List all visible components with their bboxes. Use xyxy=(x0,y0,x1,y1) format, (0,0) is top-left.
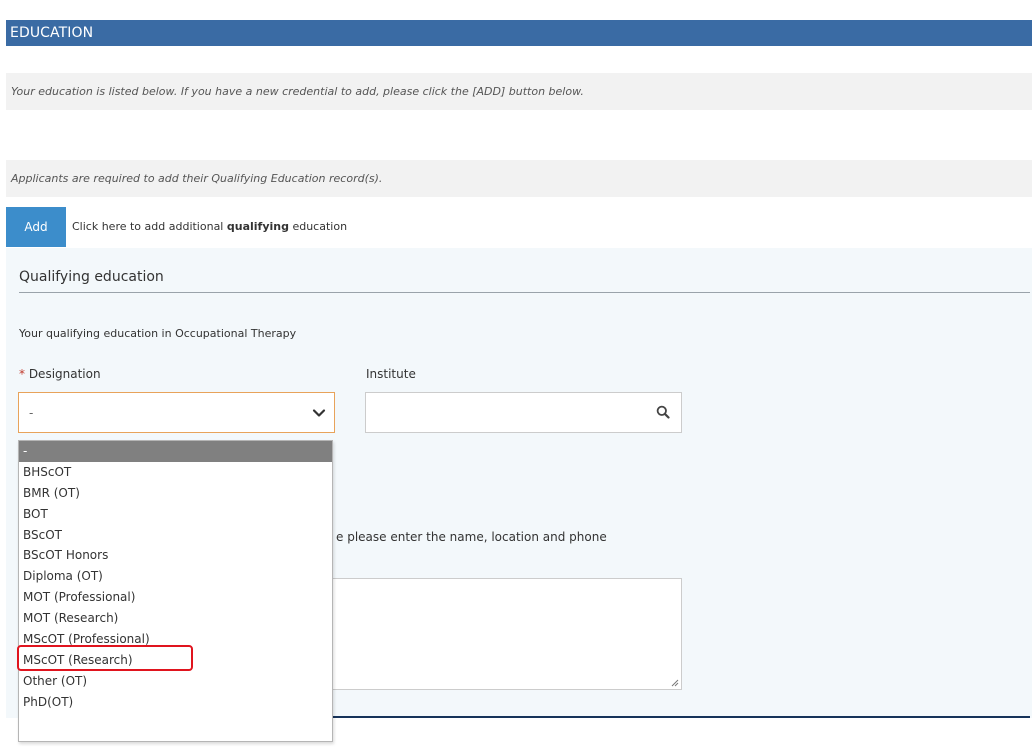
panel-divider xyxy=(19,292,1030,293)
institute-label: Institute xyxy=(366,367,416,381)
designation-label: * Designation xyxy=(19,367,101,381)
panel-subtitle: Your qualifying education in Occupationa… xyxy=(19,327,297,340)
designation-option-mot-professional[interactable]: MOT (Professional) xyxy=(19,587,332,608)
designation-option-blank[interactable]: - xyxy=(19,441,332,462)
section-footer-divider xyxy=(333,716,1030,718)
designation-option-other-ot[interactable]: Other (OT) xyxy=(19,671,332,692)
designation-select[interactable]: - xyxy=(18,392,335,433)
panel-title: Qualifying education xyxy=(19,269,164,285)
designation-option-mscot-research[interactable]: MScOT (Research) xyxy=(19,650,332,671)
add-button[interactable]: Add xyxy=(6,207,66,247)
designation-option-bscot-honors[interactable]: BScOT Honors xyxy=(19,545,332,566)
designation-dropdown[interactable]: - BHScOT BMR (OT) BOT BScOT BScOT Honors… xyxy=(18,440,333,742)
education-listed-notice: Your education is listed below. If you h… xyxy=(6,73,1032,110)
qualifying-required-notice: Applicants are required to add their Qua… xyxy=(6,160,1032,197)
institute-input[interactable] xyxy=(366,393,662,432)
designation-option-diploma-ot[interactable]: Diploma (OT) xyxy=(19,566,332,587)
designation-option-bmr-ot[interactable]: BMR (OT) xyxy=(19,483,332,504)
search-icon[interactable] xyxy=(656,405,670,419)
institute-field[interactable] xyxy=(365,392,682,433)
designation-option-phd-ot[interactable]: PhD(OT) xyxy=(19,692,332,713)
section-title: EDUCATION xyxy=(10,25,94,41)
designation-option-bot[interactable]: BOT xyxy=(19,504,332,525)
chevron-down-icon xyxy=(312,409,326,417)
other-institute-textarea[interactable] xyxy=(330,578,682,690)
add-hint: Click here to add additional qualifying … xyxy=(72,220,348,233)
designation-options: - BHScOT BMR (OT) BOT BScOT BScOT Honors… xyxy=(19,441,332,713)
other-institute-instructions: e please enter the name, location and ph… xyxy=(336,530,607,544)
designation-select-value: - xyxy=(29,406,34,420)
resize-handle-icon[interactable] xyxy=(671,679,679,687)
designation-option-bscot[interactable]: BScOT xyxy=(19,525,332,546)
designation-option-mscot-professional[interactable]: MScOT (Professional) xyxy=(19,629,332,650)
section-header: EDUCATION xyxy=(6,20,1032,46)
designation-option-bhscot[interactable]: BHScOT xyxy=(19,462,332,483)
designation-option-mot-research[interactable]: MOT (Research) xyxy=(19,608,332,629)
